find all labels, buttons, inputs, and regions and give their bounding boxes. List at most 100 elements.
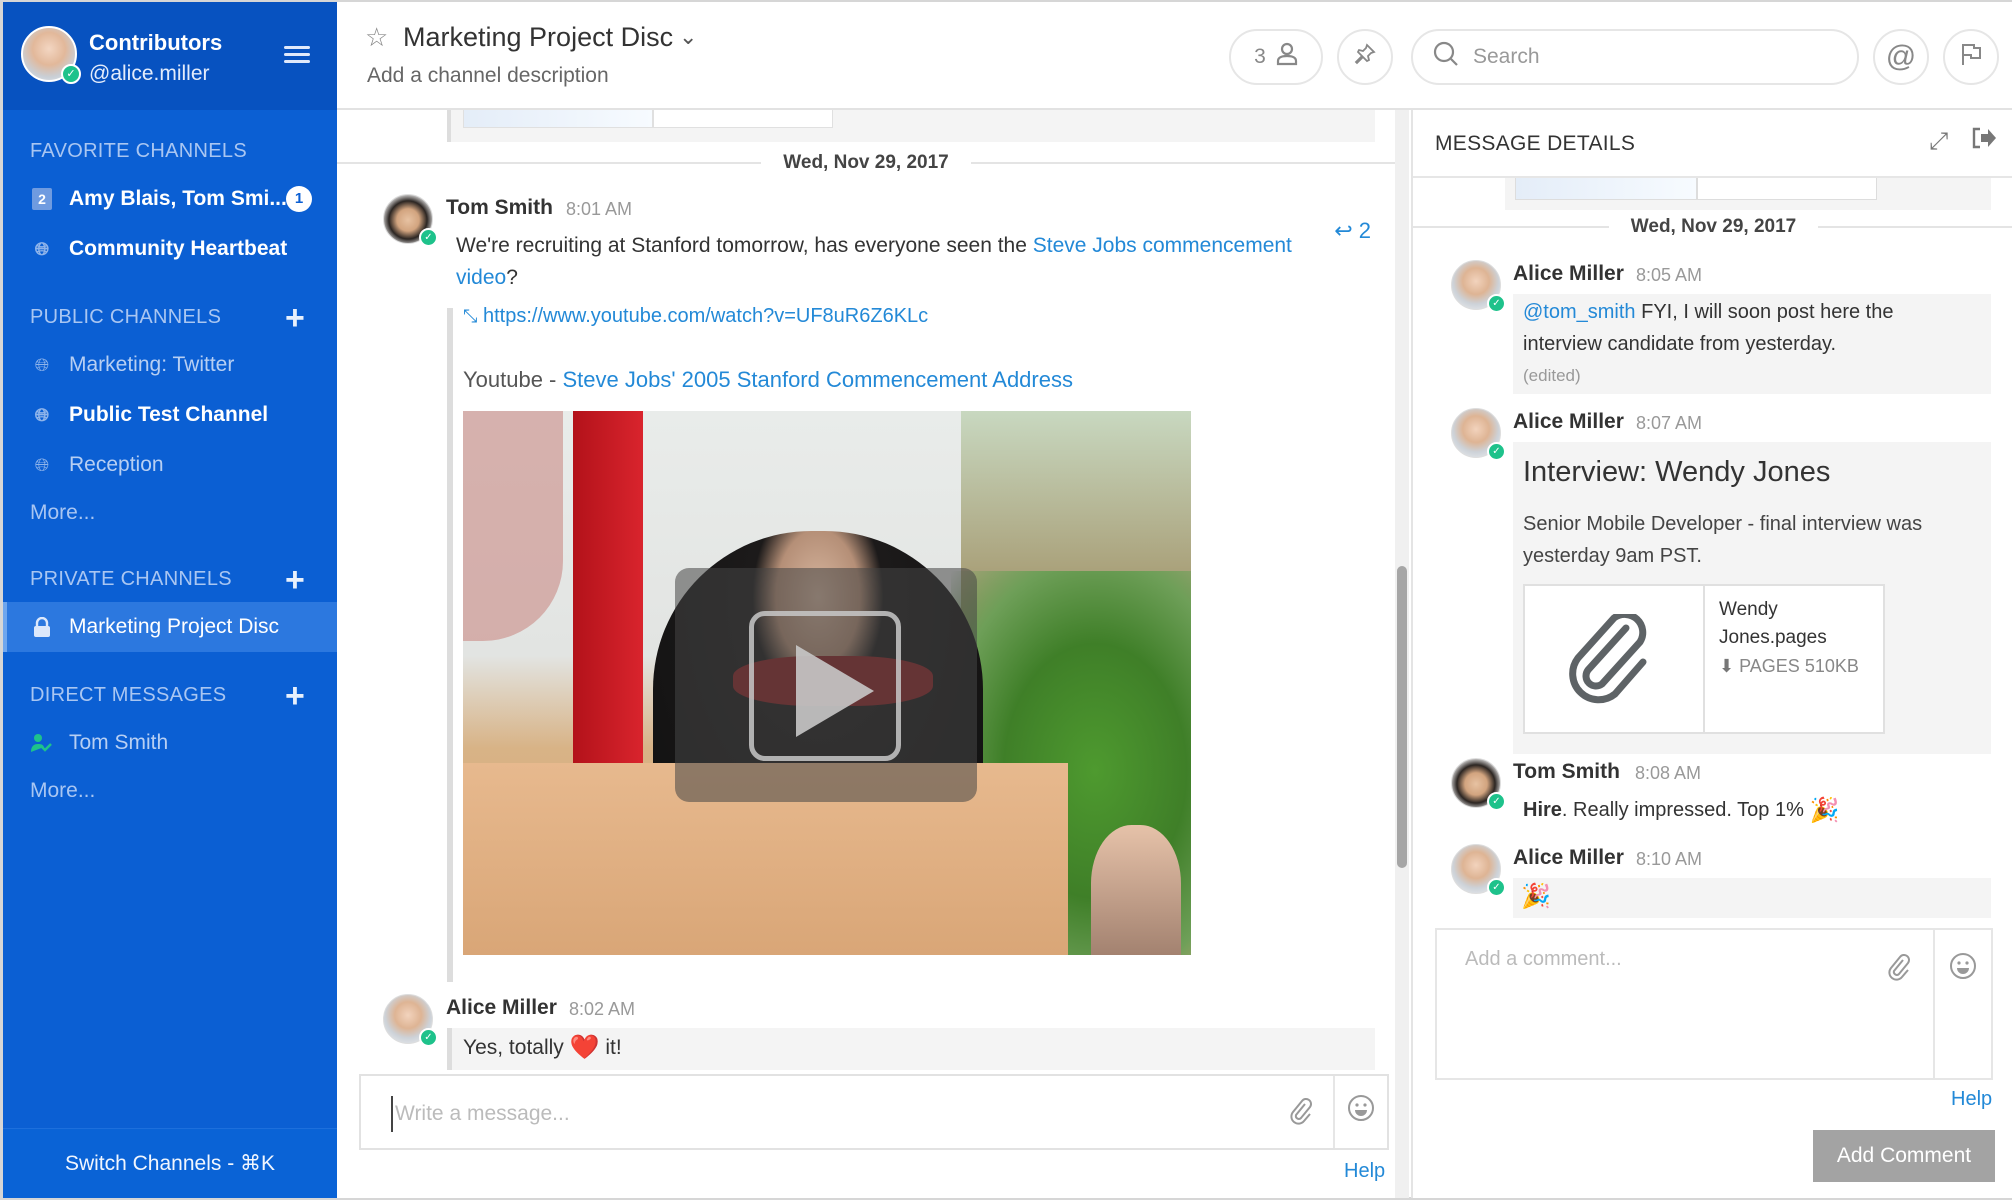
- video-thumbnail[interactable]: [463, 411, 1191, 955]
- message-list-scrollbar[interactable]: [1395, 110, 1409, 1198]
- date-separator: Wed, Nov 29, 2017: [337, 148, 1395, 178]
- message-text: @tom_smith FYI, I will soon post here th…: [1523, 301, 1894, 355]
- message-time[interactable]: 8:10 AM: [1636, 849, 1702, 870]
- message-time[interactable]: 8:01 AM: [566, 199, 632, 220]
- add-public-channel-button[interactable]: +: [285, 298, 305, 338]
- close-panel-icon[interactable]: [1971, 126, 1997, 157]
- avatar[interactable]: ✓: [1451, 758, 1506, 811]
- app-window: ✓ Contributors @alice.miller FAVORITE CH…: [0, 0, 2012, 1200]
- switch-channels-button[interactable]: Switch Channels - ⌘K: [3, 1128, 337, 1198]
- comment-composer: [1435, 928, 1993, 1080]
- section-title: FAVORITE CHANNELS: [30, 140, 247, 162]
- comment-input[interactable]: [1465, 948, 1875, 1058]
- username: @alice.miller: [89, 62, 210, 85]
- reply-icon: ↩︎: [1334, 218, 1353, 243]
- recent-mentions-button[interactable]: @: [1873, 29, 1929, 85]
- download-icon[interactable]: ⬇︎: [1719, 656, 1734, 676]
- search-input[interactable]: [1473, 45, 1833, 69]
- add-comment-button[interactable]: Add Comment: [1813, 1130, 1995, 1182]
- panel-header: MESSAGE DETAILS ⤢: [1413, 110, 2012, 178]
- file-meta: ⬇︎ PAGES 510KB: [1719, 656, 1859, 676]
- sidebar-item-community-heartbeat[interactable]: 🌐︎ Community Heartbeat: [3, 224, 337, 274]
- previous-message-attachment: [1505, 178, 1991, 210]
- message-post: ✓ Alice Miller 8:02 AM Yes, totally ❤️ i…: [337, 986, 1395, 1086]
- message-details-panel: MESSAGE DETAILS ⤢ Wed, Nov 29, 2017 ✓ Al…: [1411, 110, 2012, 1198]
- add-direct-message-button[interactable]: +: [285, 676, 305, 716]
- search-field[interactable]: [1411, 29, 1859, 85]
- online-status-icon: ✓: [1487, 878, 1506, 897]
- sidebar-item-marketing-twitter[interactable]: 🌐︎ Marketing: Twitter: [3, 340, 337, 390]
- message-author[interactable]: Alice Miller: [1513, 262, 1624, 286]
- expand-icon[interactable]: ⤢: [1929, 128, 1948, 156]
- sidebar-item-group-dm[interactable]: 2 Amy Blais, Tom Smi... 1: [3, 174, 337, 224]
- channel-description-link[interactable]: Add a channel description: [367, 64, 609, 88]
- sidebar-item-tom-smith[interactable]: Tom Smith: [3, 718, 337, 768]
- channel-header: ☆ Marketing Project Disc ⌄ Add a channel…: [337, 2, 2012, 110]
- message-text: Senior Mobile Developer - final intervie…: [1523, 513, 1923, 567]
- emoji-picker-icon[interactable]: [1949, 952, 1977, 987]
- at-mention-icon: @: [1885, 40, 1917, 73]
- more-direct-messages-link[interactable]: More...: [3, 768, 337, 814]
- section-title: PUBLIC CHANNELS: [30, 306, 222, 328]
- online-status-icon: ✓: [1487, 294, 1506, 313]
- avatar[interactable]: ✓: [383, 994, 438, 1047]
- group-number-icon: 2: [31, 188, 53, 210]
- emoji-picker-icon[interactable]: [1347, 1094, 1375, 1129]
- help-link[interactable]: Help: [1951, 1088, 1992, 1111]
- file-attachment[interactable]: Wendy Jones.pages ⬇︎ PAGES 510KB: [1523, 584, 1885, 734]
- message-author[interactable]: Alice Miller: [1513, 846, 1624, 870]
- message-author[interactable]: Alice Miller: [446, 996, 557, 1020]
- message-heading: Interview: Wendy Jones: [1523, 456, 1831, 488]
- mention-link[interactable]: @tom_smith: [1523, 301, 1636, 323]
- sidebar-item-marketing-project-disc[interactable]: Marketing Project Disc: [3, 602, 337, 652]
- attachment-paperclip-icon[interactable]: [1287, 1096, 1313, 1133]
- message-input[interactable]: [391, 1096, 1271, 1132]
- sidebar-item-label: Tom Smith: [69, 731, 169, 754]
- globe-icon: 🌐︎: [34, 454, 50, 475]
- avatar[interactable]: ✓: [1451, 408, 1506, 461]
- scrollbar-thumb[interactable]: [1397, 566, 1407, 868]
- file-name[interactable]: Wendy Jones.pages: [1719, 596, 1869, 652]
- help-link[interactable]: Help: [1344, 1160, 1385, 1183]
- flag-icon: [1960, 42, 1982, 72]
- message-post: ✓ Tom Smith 8:01 AM ↩︎ 2 We're recruitin…: [337, 192, 1395, 1072]
- chevron-down-icon[interactable]: ⌄: [679, 24, 697, 50]
- private-channels-header: PRIVATE CHANNELS +: [3, 556, 337, 602]
- reply-count-button[interactable]: ↩︎ 2: [1334, 218, 1371, 244]
- message-author[interactable]: Tom Smith: [446, 196, 553, 220]
- user-avatar[interactable]: ✓: [21, 26, 81, 84]
- message-time[interactable]: 8:08 AM: [1635, 763, 1701, 784]
- flagged-posts-button[interactable]: [1943, 29, 1999, 85]
- sidebar-item-reception[interactable]: 🌐︎ Reception: [3, 440, 337, 490]
- pinned-messages-button[interactable]: [1337, 29, 1393, 85]
- heart-emoji: ❤️: [569, 1034, 600, 1062]
- attachment-paperclip-icon[interactable]: [1885, 952, 1911, 989]
- add-private-channel-button[interactable]: +: [285, 560, 305, 600]
- edited-indicator: (edited): [1523, 366, 1581, 385]
- avatar[interactable]: ✓: [1451, 260, 1506, 313]
- sidebar-item-label: Marketing: Twitter: [69, 353, 235, 376]
- member-count-button[interactable]: 3: [1229, 29, 1323, 85]
- collapse-embed-icon[interactable]: ⤡: [463, 306, 477, 326]
- team-name: Contributors: [89, 30, 223, 55]
- channel-title[interactable]: Marketing Project Disc: [403, 22, 673, 53]
- message-time[interactable]: 8:07 AM: [1636, 413, 1702, 434]
- sidebar-item-label: Marketing Project Disc: [69, 615, 280, 638]
- avatar[interactable]: ✓: [383, 194, 438, 247]
- message-author[interactable]: Tom Smith: [1513, 760, 1620, 784]
- favorite-star-icon[interactable]: ☆: [365, 22, 388, 53]
- message-time[interactable]: 8:05 AM: [1636, 265, 1702, 286]
- message-list: Wed, Nov 29, 2017 ✓ Tom Smith 8:01 AM ↩︎…: [337, 110, 1395, 1198]
- youtube-url-link[interactable]: https://www.youtube.com/watch?v=UF8uR6Z6…: [483, 305, 928, 327]
- online-status-icon: ✓: [1487, 442, 1506, 461]
- party-popper-emoji: 🎉: [1809, 796, 1840, 824]
- avatar[interactable]: ✓: [1451, 844, 1506, 897]
- sidebar-item-public-test-channel[interactable]: 🌐︎ Public Test Channel: [3, 390, 337, 440]
- message-author[interactable]: Alice Miller: [1513, 410, 1624, 434]
- hamburger-menu-icon[interactable]: [284, 46, 310, 66]
- more-public-channels-link[interactable]: More...: [3, 490, 337, 536]
- message-time[interactable]: 8:02 AM: [569, 999, 635, 1020]
- globe-icon: 🌐︎: [34, 354, 50, 375]
- embed-title-link[interactable]: Steve Jobs' 2005 Stanford Commencement A…: [563, 367, 1073, 392]
- favorite-channels-header: FAVORITE CHANNELS: [3, 128, 337, 174]
